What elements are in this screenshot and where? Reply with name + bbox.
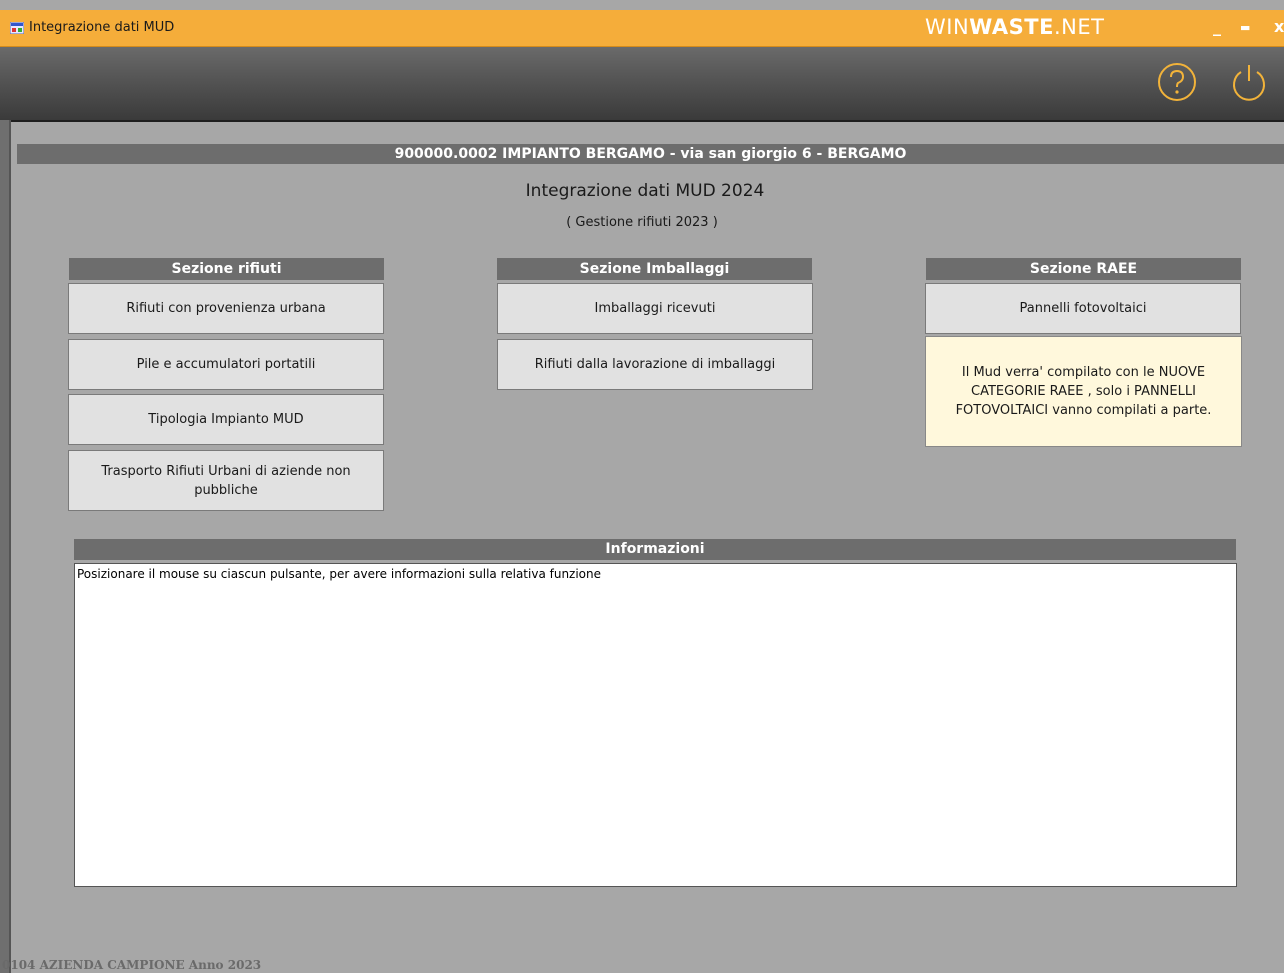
pannelli-fotovoltaici-button[interactable]: Pannelli fotovoltaici xyxy=(925,283,1241,334)
pile-accumulatori-button[interactable]: Pile e accumulatori portatili xyxy=(68,339,384,390)
close-button[interactable]: x xyxy=(1274,17,1284,36)
maximize-button[interactable]: ▬ xyxy=(1240,21,1250,34)
status-footer: 0104 AZIENDA CAMPIONE Anno 2023 xyxy=(2,958,262,972)
trasporto-rifiuti-button[interactable]: Trasporto Rifiuti Urbani di aziende non … xyxy=(68,450,384,511)
minimize-button[interactable]: _ xyxy=(1213,17,1221,36)
window-title: Integrazione dati MUD xyxy=(29,20,175,35)
tipologia-impianto-button[interactable]: Tipologia Impianto MUD xyxy=(68,394,384,445)
page-subtitle: ( Gestione rifiuti 2023 ) xyxy=(566,215,718,230)
power-icon[interactable] xyxy=(1229,62,1269,102)
question-circle-icon[interactable] xyxy=(1157,62,1197,102)
section-header-rifiuti: Sezione rifiuti xyxy=(69,258,384,280)
rifiuti-urbana-button[interactable]: Rifiuti con provenienza urbana xyxy=(68,283,384,334)
title-bar[interactable]: Integrazione dati MUD WINWASTE.NET _ ▬ x xyxy=(0,10,1284,47)
brand-logo: WINWASTE.NET xyxy=(925,15,1105,39)
plant-header: 900000.0002 IMPIANTO BERGAMO - via san g… xyxy=(17,144,1284,164)
section-header-imballaggi: Sezione Imballaggi xyxy=(497,258,812,280)
raee-note: Il Mud verra' compilato con le NUOVE CAT… xyxy=(925,336,1242,447)
imballaggi-ricevuti-button[interactable]: Imballaggi ricevuti xyxy=(497,283,813,334)
window-left-border xyxy=(0,120,11,973)
info-textarea[interactable]: Posizionare il mouse su ciascun pulsante… xyxy=(74,563,1237,887)
section-header-raee: Sezione RAEE xyxy=(926,258,1241,280)
page-title: Integrazione dati MUD 2024 xyxy=(525,181,765,201)
rifiuti-lavorazione-imballaggi-button[interactable]: Rifiuti dalla lavorazione di imballaggi xyxy=(497,339,813,390)
toolbar xyxy=(0,47,1284,122)
info-header: Informazioni xyxy=(74,539,1236,560)
app-window-icon xyxy=(10,22,24,34)
